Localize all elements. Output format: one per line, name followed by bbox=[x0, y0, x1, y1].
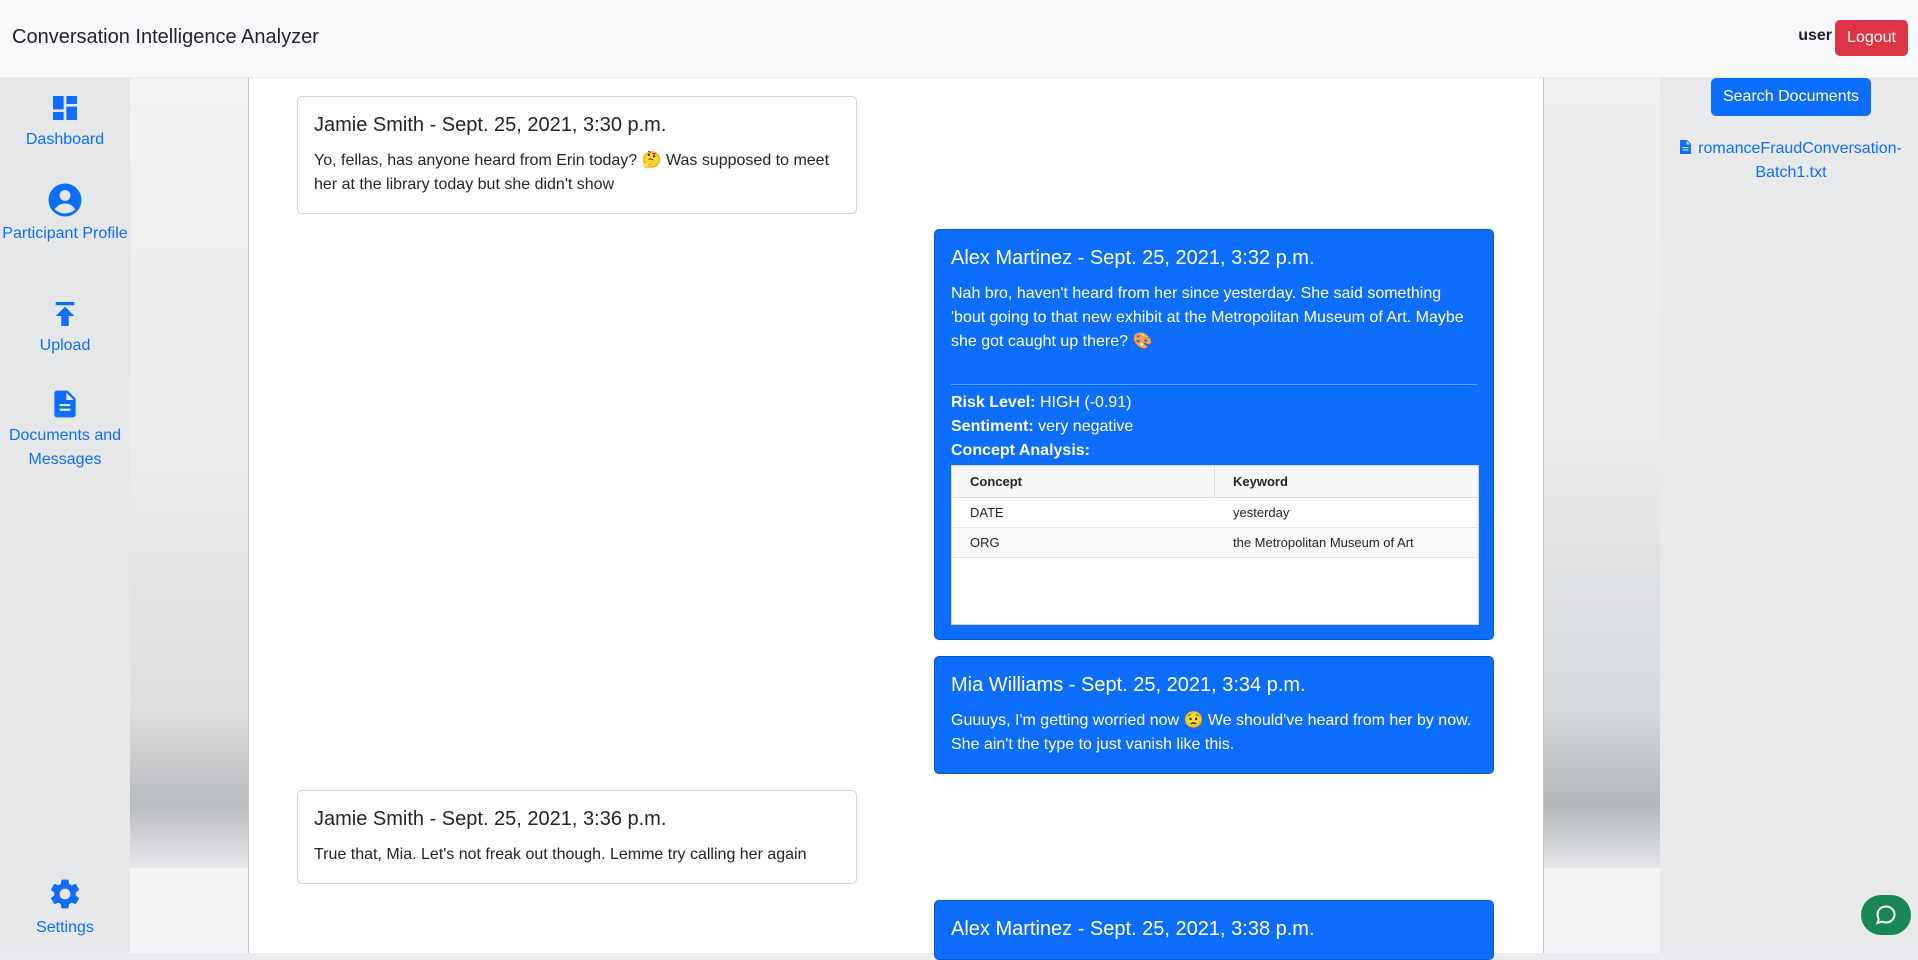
column-header-concept[interactable]: Concept bbox=[952, 466, 1215, 497]
table-row: DATE yesterday bbox=[952, 498, 1478, 528]
document-name: romanceFraudConversation-Batch1.txt bbox=[1698, 140, 1902, 181]
chat-icon bbox=[1876, 905, 1896, 925]
sidebar-item-dashboard[interactable]: Dashboard bbox=[0, 92, 130, 152]
background-decoration-left bbox=[130, 78, 248, 868]
table-header: Concept Keyword bbox=[952, 466, 1478, 498]
message-header: Jamie Smith - Sept. 25, 2021, 3:30 p.m. bbox=[314, 114, 667, 136]
sidebar-item-label: Upload bbox=[39, 337, 91, 354]
logout-button[interactable]: Logout bbox=[1835, 20, 1908, 56]
sidebar-item-label: Dashboard bbox=[25, 131, 105, 148]
risk-level: Risk Level: HIGH (-0.91) bbox=[951, 391, 1477, 415]
user-label: user bbox=[1798, 27, 1832, 44]
sidebar-item-documents-and-messages[interactable]: Documents and Messages bbox=[0, 388, 130, 472]
table-cell: ORG bbox=[970, 534, 1000, 550]
risk-level-value: HIGH (-0.91) bbox=[1039, 394, 1132, 411]
message-card: Alex Martinez - Sept. 25, 2021, 3:38 p.m… bbox=[934, 900, 1494, 960]
sentiment-value: very negative bbox=[1038, 418, 1134, 435]
document-icon bbox=[54, 390, 76, 418]
message-analysis: Risk Level: HIGH (-0.91) Sentiment: very… bbox=[951, 384, 1479, 625]
message-body: Nah bro, haven't heard from her since ye… bbox=[951, 285, 1464, 350]
documents-panel: Search Documents romanceFraudConversatio… bbox=[1660, 78, 1918, 953]
sentiment-label: Sentiment: bbox=[951, 418, 1034, 435]
file-icon bbox=[1680, 140, 1692, 154]
message-card: Mia Williams - Sept. 25, 2021, 3:34 p.m.… bbox=[934, 656, 1494, 774]
table-cell: the Metropolitan Museum of Art bbox=[1233, 534, 1414, 550]
sidebar-item-participant-profile[interactable]: Participant Profile bbox=[0, 182, 130, 246]
message-card: Jamie Smith - Sept. 25, 2021, 3:30 p.m. … bbox=[297, 96, 857, 214]
message-card-analyzed: Alex Martinez - Sept. 25, 2021, 3:32 p.m… bbox=[934, 229, 1494, 640]
column-header-keyword[interactable]: Keyword bbox=[1215, 466, 1478, 497]
message-header: Alex Martinez - Sept. 25, 2021, 3:38 p.m… bbox=[951, 918, 1315, 940]
message-header: Mia Williams - Sept. 25, 2021, 3:34 p.m. bbox=[951, 674, 1306, 696]
upload-icon bbox=[55, 302, 75, 326]
message-body: Guuuys, I'm getting worried now 😟 We sho… bbox=[951, 712, 1472, 753]
sidebar: Dashboard Participant Profile Upload Doc… bbox=[0, 78, 130, 953]
sidebar-item-upload[interactable]: Upload bbox=[0, 298, 130, 358]
message-body: True that, Mia. Let's not freak out thou… bbox=[314, 846, 807, 863]
message-body: Yo, fellas, has anyone heard from Erin t… bbox=[314, 152, 830, 193]
risk-level-label: Risk Level: bbox=[951, 394, 1036, 411]
gear-icon bbox=[50, 879, 80, 909]
message-header: Alex Martinez - Sept. 25, 2021, 3:32 p.m… bbox=[951, 247, 1315, 269]
sentiment: Sentiment: very negative bbox=[951, 415, 1477, 439]
concept-analysis-label: Concept Analysis: bbox=[951, 442, 1090, 459]
document-link[interactable]: romanceFraudConversation-Batch1.txt bbox=[1680, 137, 1902, 185]
sidebar-item-settings[interactable]: Settings bbox=[0, 876, 130, 940]
table-row: ORG the Metropolitan Museum of Art bbox=[952, 528, 1478, 558]
app-title[interactable]: Conversation Intelligence Analyzer bbox=[12, 26, 319, 49]
top-navbar: Conversation Intelligence Analyzer user … bbox=[0, 0, 1918, 78]
sidebar-item-label: Participant Profile bbox=[2, 225, 128, 242]
dashboard-icon bbox=[53, 96, 77, 120]
user-icon bbox=[48, 183, 82, 217]
background-decoration-right bbox=[1544, 78, 1660, 868]
table-cell: yesterday bbox=[1233, 504, 1290, 520]
message-header: Jamie Smith - Sept. 25, 2021, 3:36 p.m. bbox=[314, 808, 667, 830]
concept-table: Concept Keyword DATE yesterday ORG the M… bbox=[951, 465, 1479, 625]
conversation-panel: Jamie Smith - Sept. 25, 2021, 3:30 p.m. … bbox=[248, 78, 1544, 960]
table-cell: DATE bbox=[970, 504, 1004, 520]
message-card: Jamie Smith - Sept. 25, 2021, 3:36 p.m. … bbox=[297, 790, 857, 884]
chat-button[interactable] bbox=[1861, 895, 1911, 935]
sidebar-item-label: Documents and Messages bbox=[8, 427, 122, 468]
sidebar-item-label: Settings bbox=[36, 919, 94, 936]
search-documents-button[interactable]: Search Documents bbox=[1711, 78, 1871, 116]
